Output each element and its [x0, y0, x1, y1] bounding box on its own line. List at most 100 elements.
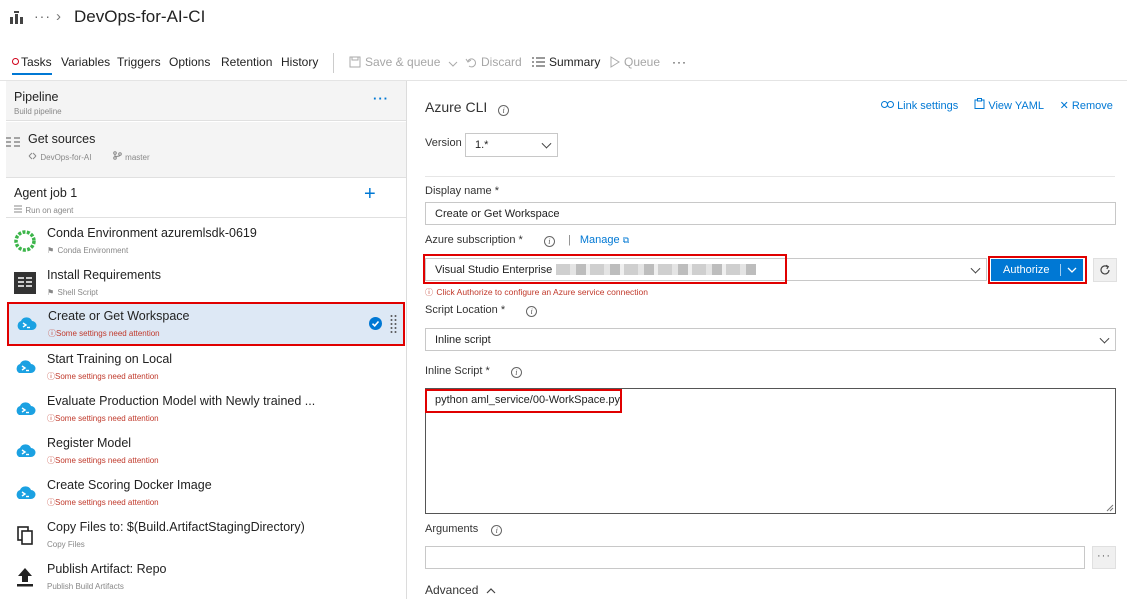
- azure-cli-icon: [16, 360, 36, 373]
- task-item-create-scoring-docker-image[interactable]: Create Scoring Docker Image ⓘSome settin…: [6, 472, 406, 514]
- pipeline-more-button[interactable]: ···: [373, 91, 389, 106]
- task-name: Create Scoring Docker Image: [47, 478, 212, 492]
- page-title[interactable]: DevOps-for-AI-CI: [74, 7, 205, 27]
- pipeline-subtitle: Build pipeline: [14, 107, 62, 116]
- inline-script-label: Inline Script *: [425, 365, 490, 377]
- drag-handle-icon[interactable]: [390, 314, 397, 334]
- task-item-copy-files[interactable]: Copy Files to: $(Build.ArtifactStagingDi…: [6, 514, 406, 556]
- azure-cli-icon: [16, 486, 36, 499]
- task-name: Evaluate Production Model with Newly tra…: [47, 394, 316, 408]
- pipelines-logo-icon[interactable]: [10, 11, 23, 24]
- conda-icon: [14, 230, 36, 252]
- task-item-register-model[interactable]: Register Model ⓘSome settings need atten…: [6, 430, 406, 472]
- task-item-install-requirements[interactable]: Install Requirements ⚑ Shell Script: [6, 262, 406, 304]
- script-location-label: Script Location *: [425, 304, 506, 316]
- task-meta: ⓘSome settings need attention: [47, 452, 159, 466]
- remove-label: Remove: [1071, 100, 1113, 112]
- advanced-label: Advanced: [425, 583, 479, 597]
- divider: [333, 53, 334, 73]
- breadcrumb-more-button[interactable]: ···: [34, 8, 51, 24]
- task-item-evaluate-production-model[interactable]: Evaluate Production Model with Newly tra…: [6, 388, 406, 430]
- tab-retention[interactable]: Retention: [221, 55, 272, 69]
- task-name: Create or Get Workspace: [48, 309, 190, 323]
- chevron-down-icon: [1099, 333, 1110, 344]
- highlight-outline: [988, 256, 1087, 284]
- tab-options[interactable]: Options: [169, 55, 210, 69]
- agent-job-subtitle: Run on agent: [25, 206, 74, 215]
- discard-button[interactable]: Discard: [465, 55, 522, 69]
- summary-label: Summary: [549, 55, 601, 69]
- list-icon: [532, 57, 545, 67]
- advanced-section-toggle[interactable]: Advanced: [425, 583, 496, 597]
- tab-tasks[interactable]: Tasks: [12, 55, 52, 75]
- get-sources-title: Get sources: [28, 132, 96, 146]
- task-name: Install Requirements: [47, 268, 161, 282]
- version-select[interactable]: 1.*: [465, 133, 558, 157]
- chevron-right-icon: ›: [56, 8, 61, 25]
- save-queue-button[interactable]: Save & queue: [349, 55, 462, 69]
- pipeline-title: Pipeline: [14, 90, 59, 104]
- task-meta: ⓘSome settings need attention: [47, 494, 159, 508]
- subscription-label-row: Azure subscription * i | Manage ⧉: [425, 234, 629, 247]
- remove-button[interactable]: ✕ Remove: [1060, 100, 1113, 112]
- copy-files-icon: [17, 526, 33, 545]
- version-value: 1.*: [475, 139, 489, 151]
- task-detail-pane: Azure CLI i Link settings View YAML ✕ Re…: [407, 81, 1127, 599]
- undo-icon: [465, 58, 476, 68]
- info-icon[interactable]: i: [498, 105, 510, 116]
- task-item-conda-environment[interactable]: Conda Environment azuremlsdk-0619 ⚑ Cond…: [6, 220, 406, 262]
- add-task-button[interactable]: +: [364, 183, 376, 206]
- arguments-more-button[interactable]: ···: [1092, 546, 1116, 569]
- script-location-select[interactable]: Inline script: [425, 328, 1116, 351]
- manage-link[interactable]: Manage ⧉: [580, 234, 629, 246]
- task-meta: ⚑ Shell Script: [47, 284, 98, 298]
- arguments-label-row: Arguments i: [425, 523, 503, 536]
- tab-variables[interactable]: Variables: [61, 55, 110, 69]
- task-item-publish-artifact[interactable]: Publish Artifact: Repo Publish Build Art…: [6, 556, 406, 598]
- queue-button[interactable]: Queue: [610, 55, 660, 69]
- tab-history[interactable]: History: [281, 55, 318, 69]
- get-sources-item[interactable]: Get sources DevOps-for-AI master: [6, 122, 406, 178]
- close-icon: ✕: [1059, 100, 1069, 112]
- info-icon[interactable]: i: [491, 525, 503, 536]
- summary-button[interactable]: Summary: [532, 55, 600, 69]
- task-item-create-or-get-workspace[interactable]: Create or Get Workspace ⓘSome settings n…: [7, 302, 405, 346]
- toolbar-more-button[interactable]: ···: [672, 55, 687, 69]
- resize-handle-icon[interactable]: [1106, 504, 1114, 512]
- warning-icon: ⓘ: [47, 372, 55, 381]
- agent-job-item[interactable]: Agent job 1 Run on agent +: [6, 178, 406, 218]
- breadcrumb: ··· › DevOps-for-AI-CI: [0, 0, 1127, 38]
- task-warning: Some settings need attention: [55, 456, 159, 465]
- arguments-label: Arguments: [425, 523, 479, 535]
- info-icon[interactable]: i: [543, 236, 555, 247]
- task-item-start-training[interactable]: Start Training on Local ⓘSome settings n…: [6, 346, 406, 388]
- task-type: Publish Build Artifacts: [47, 582, 124, 591]
- tab-triggers[interactable]: Triggers: [117, 55, 161, 69]
- task-type: Copy Files: [47, 540, 85, 549]
- view-yaml-button[interactable]: View YAML: [974, 98, 1044, 112]
- detail-title: Azure CLI i: [425, 99, 510, 116]
- warning-icon: ⓘ: [48, 329, 56, 338]
- separator: |: [567, 234, 571, 246]
- manage-label: Manage: [579, 234, 620, 246]
- task-warning: Some settings need attention: [55, 372, 159, 381]
- script-location-value: Inline script: [435, 333, 491, 346]
- task-name: Copy Files to: $(Build.ArtifactStagingDi…: [47, 520, 305, 534]
- pipeline-header[interactable]: Pipeline Build pipeline ···: [6, 81, 406, 121]
- display-name-input[interactable]: Create or Get Workspace: [425, 202, 1116, 225]
- chevron-down-icon: [448, 61, 458, 67]
- shell-script-icon: [14, 272, 36, 294]
- arguments-input[interactable]: [425, 546, 1085, 569]
- info-icon[interactable]: i: [510, 367, 522, 378]
- info-icon[interactable]: i: [526, 306, 538, 317]
- authorize-hint-text: Click Authorize to configure an Azure se…: [436, 287, 649, 297]
- view-yaml-label: View YAML: [988, 100, 1044, 112]
- refresh-button[interactable]: [1093, 258, 1117, 282]
- link-settings-button[interactable]: Link settings: [881, 100, 958, 112]
- task-name: Start Training on Local: [47, 352, 173, 366]
- task-name: Publish Artifact: Repo: [47, 562, 167, 576]
- task-warning: Some settings need attention: [55, 414, 159, 423]
- branch-icon: [113, 151, 122, 160]
- version-label: Version: [425, 137, 462, 149]
- divider: [425, 176, 1115, 177]
